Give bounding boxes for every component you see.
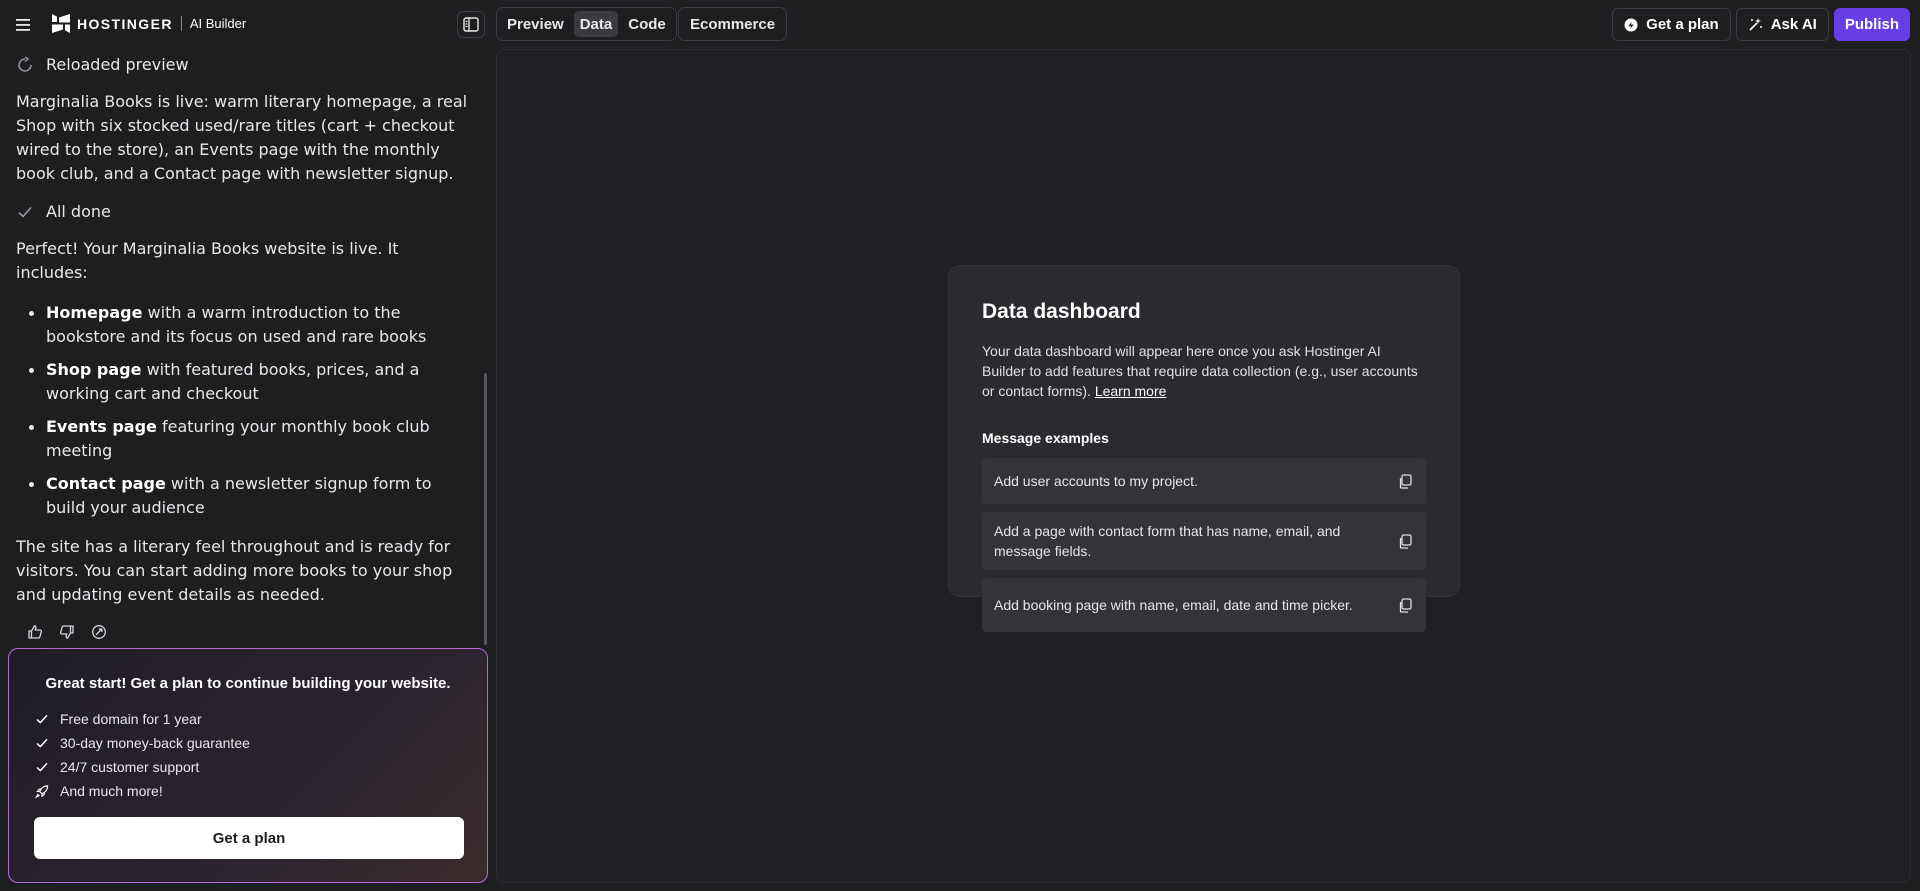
reload-status: Reloaded preview: [16, 55, 472, 74]
reload-status-text: Reloaded preview: [46, 55, 189, 74]
done-status-text: All done: [46, 202, 111, 221]
brand-logo[interactable]: HOSTINGER AI Builder: [52, 14, 246, 33]
restore-icon[interactable]: [90, 623, 108, 641]
product-name: AI Builder: [189, 16, 247, 31]
benefit-text: 30-day money-back guarantee: [60, 735, 250, 751]
chat-closing: The site has a literary feel throughout …: [16, 537, 453, 604]
list-item[interactable]: Add booking page with name, email, date …: [982, 578, 1426, 632]
list-item: Free domain for 1 year: [35, 707, 250, 731]
list-item: 30-day money-back guarantee: [35, 731, 250, 755]
sidebar-panel-icon: [463, 17, 479, 32]
list-item: And much more!: [35, 779, 250, 803]
list-item: Homepage with a warm introduction to the…: [16, 301, 472, 349]
menu-button[interactable]: [10, 12, 36, 38]
promo-title: Great start! Get a plan to continue buil…: [45, 675, 451, 692]
hamburger-icon: [16, 19, 30, 31]
examples-heading: Message examples: [982, 430, 1109, 446]
list-item: Contact page with a newsletter signup fo…: [16, 472, 472, 520]
message-feedback: [16, 623, 472, 641]
tab-preview[interactable]: Preview: [501, 11, 570, 37]
data-view: Data dashboard Your data dashboard will …: [496, 49, 1911, 883]
check-icon: [35, 762, 49, 772]
chat-summary: Marginalia Books is live: warm literary …: [16, 92, 468, 183]
check-icon: [35, 738, 49, 748]
done-status: All done: [16, 202, 472, 221]
thumbs-up-icon[interactable]: [26, 623, 44, 641]
benefit-text: Free domain for 1 year: [60, 711, 202, 727]
list-item[interactable]: Add user accounts to my project.: [982, 458, 1426, 504]
toggle-panel-button[interactable]: [457, 11, 485, 38]
refresh-icon: [16, 55, 34, 74]
dashboard-title: Data dashboard: [982, 300, 1141, 323]
dashboard-description-text: Your data dashboard will appear here onc…: [982, 343, 1418, 399]
benefit-text: 24/7 customer support: [60, 759, 200, 775]
message-examples: Add user accounts to my project. Add a p…: [982, 458, 1426, 632]
feature-title: Shop page: [46, 360, 142, 379]
hostinger-logo-icon: [52, 14, 70, 33]
header-actions: Get a plan Ask AI Publish: [1612, 8, 1910, 41]
ask-ai-label: Ask AI: [1770, 16, 1817, 33]
list-item[interactable]: Add a page with contact form that has na…: [982, 512, 1426, 570]
example-text: Add a page with contact form that has na…: [994, 523, 1341, 559]
example-text: Add user accounts to my project.: [994, 473, 1198, 489]
copy-icon[interactable]: [1396, 596, 1414, 614]
view-tabs: Preview Data Code: [496, 7, 677, 41]
feature-list: Homepage with a warm introduction to the…: [16, 301, 472, 520]
sparkle-icon: [1749, 18, 1762, 31]
promo-get-plan-button[interactable]: Get a plan: [34, 817, 464, 859]
chat-scrollbar[interactable]: [484, 373, 487, 645]
dashboard-description: Your data dashboard will appear here onc…: [982, 341, 1426, 401]
copy-icon[interactable]: [1396, 472, 1414, 490]
check-icon: [16, 203, 34, 221]
top-bar: HOSTINGER AI Builder Preview Data Code E…: [0, 0, 1920, 48]
get-plan-label: Get a plan: [1646, 16, 1719, 33]
list-item: 24/7 customer support: [35, 755, 250, 779]
tab-code[interactable]: Code: [622, 11, 672, 37]
chat-intro: Perfect! Your Marginalia Books website i…: [16, 239, 399, 282]
brand-name: HOSTINGER: [77, 15, 173, 32]
rocket-icon: [35, 784, 49, 799]
feature-title: Contact page: [46, 474, 166, 493]
thumbs-down-icon[interactable]: [58, 623, 76, 641]
get-plan-button[interactable]: Get a plan: [1612, 8, 1731, 41]
chat-panel: Reloaded preview Marginalia Books is liv…: [0, 48, 488, 641]
tab-data[interactable]: Data: [573, 11, 619, 37]
benefit-text: And much more!: [60, 783, 163, 799]
publish-button[interactable]: Publish: [1833, 8, 1910, 41]
copy-icon[interactable]: [1396, 532, 1414, 550]
list-item: Events page featuring your monthly book …: [16, 415, 472, 463]
promo-benefits: Free domain for 1 year 30-day money-back…: [35, 707, 250, 803]
example-text: Add booking page with name, email, date …: [994, 597, 1353, 613]
feature-title: Homepage: [46, 303, 143, 322]
upgrade-promo-card: Great start! Get a plan to continue buil…: [8, 648, 488, 883]
data-dashboard-card: Data dashboard Your data dashboard will …: [948, 265, 1460, 632]
ask-ai-button[interactable]: Ask AI: [1735, 8, 1829, 41]
check-icon: [35, 714, 49, 724]
brand-divider: [180, 16, 182, 31]
list-item: Shop page with featured books, prices, a…: [16, 358, 472, 406]
badge-icon: [1624, 18, 1638, 31]
learn-more-link[interactable]: Learn more: [1095, 383, 1167, 399]
feature-title: Events page: [46, 417, 157, 436]
ecommerce-button[interactable]: Ecommerce: [678, 7, 788, 41]
